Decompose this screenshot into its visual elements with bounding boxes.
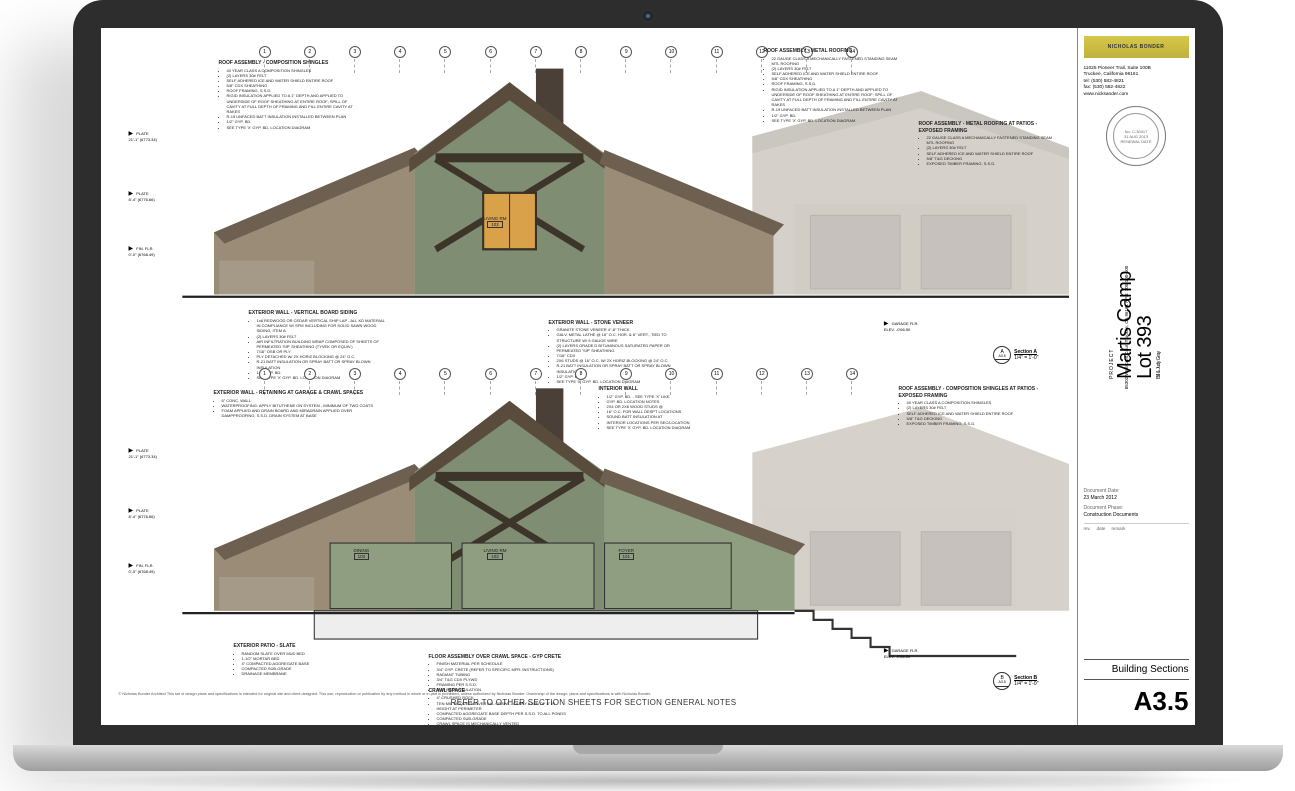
plate-elevation-marker: FIN. FLR.0'-0" (6768.49)	[129, 563, 155, 574]
project-title: PROJECT Martis Camp Lot 393 Bill & Judy …	[1110, 271, 1162, 379]
annotation-title: ROOF ASSEMBLY - COMPOSITION SHINGLES AT …	[899, 386, 1039, 399]
annotation-title: ROOF ASSEMBLY - METAL ROOFING AT PATIOS …	[919, 121, 1059, 134]
annotation-roof-metal: ROOF ASSEMBLY - METAL ROOFING 22 GAUGE C…	[764, 48, 904, 123]
annotation-title: EXTERIOR PATIO - SLATE	[234, 643, 310, 650]
annotation-list: 40 YEAR CLASS A COMPOSITION SHINGLES (2)…	[227, 68, 359, 130]
shadow	[33, 771, 1263, 791]
architectural-sheet: 1 2 3 4 5 6 7 8 9 10 11 12 13 14	[101, 28, 1195, 725]
section-marker-b: BA3.5 Section B 1/4" = 1'-0"	[993, 672, 1038, 690]
plate-elevation-marker: PLATE8'-4" (6776.66)	[129, 191, 155, 202]
sheet-number: A3.5	[1084, 686, 1189, 717]
annotation-title: EXTERIOR WALL - VERTICAL BOARD SIDING	[249, 310, 389, 317]
annotation-title: EXTERIOR WALL - RETAINING AT GARAGE & CR…	[214, 390, 384, 397]
section-scale: 1/4" = 1'-0"	[1014, 355, 1038, 361]
section-marker-a: AA3.5 Section A 1/4" = 1'-0"	[993, 346, 1038, 364]
annotation-ext-wall-retaining: EXTERIOR WALL - RETAINING AT GARAGE & CR…	[214, 390, 384, 418]
annotation-roof-comp-patio: ROOF ASSEMBLY - COMPOSITION SHINGLES AT …	[899, 386, 1039, 426]
title-block: NICHOLAS BONDER 11025 Pioneer Trail, Sui…	[1077, 28, 1195, 725]
revision-table-header: rev.dateremark	[1084, 523, 1189, 531]
annotation-title: FLOOR ASSEMBLY OVER CRAWL SPACE - GYP CR…	[429, 654, 562, 661]
annotation-title: CRAWL SPACE	[429, 688, 569, 695]
document-meta: Document Date: 23 March 2012 Document Ph…	[1084, 488, 1189, 519]
annotation-interior-wall: INTERIOR WALL 1/2" GYP. BD. - SEE TYPE '…	[599, 386, 691, 430]
section-scale: 1/4" = 1'-0"	[1014, 681, 1038, 687]
laptop-base	[13, 745, 1283, 771]
screen-bezel: 1 2 3 4 5 6 7 8 9 10 11 12 13 14	[73, 0, 1223, 745]
camera-icon	[644, 12, 652, 20]
room-tag-foyer: FOYER 101	[619, 548, 635, 560]
annotation-roof-composition: ROOF ASSEMBLY - COMPOSITION SHINGLES 40 …	[219, 60, 359, 130]
laptop-mockup: 1 2 3 4 5 6 7 8 9 10 11 12 13 14	[73, 0, 1223, 791]
plate-elevation-marker: PLATE21'-1" (6773.34)	[129, 448, 157, 459]
general-note: REFER TO OTHER SECTION SHEETS FOR SECTIO…	[119, 696, 1069, 707]
annotation-title: EXTERIOR WALL - STONE VENEER	[549, 320, 689, 327]
drawing-area: 1 2 3 4 5 6 7 8 9 10 11 12 13 14	[101, 28, 1077, 725]
garage-floor-marker: GARAGE FLR.ELEV. -0'66.50	[884, 648, 919, 659]
plate-elevation-marker: FIN. FLR.0'-0" (6768.49)	[129, 246, 155, 257]
plate-elevation-marker: PLATE21'-1" (6773.34)	[129, 131, 157, 142]
annotation-roof-metal-patio: ROOF ASSEMBLY - METAL ROOFING AT PATIOS …	[919, 121, 1059, 166]
sheet-title: Building Sections	[1084, 659, 1189, 680]
plate-elevation-marker: PLATE8'-4" (6776.66)	[129, 508, 155, 519]
project-address: 85302 Wellscroft Court Truckee, CA 96161…	[1124, 266, 1129, 390]
annotation-crawl-space: CRAWL SPACE 4" CRUSHED ROCK TEN MIL VISQ…	[429, 688, 569, 726]
firm-logo: NICHOLAS BONDER	[1084, 36, 1189, 58]
section-a-view: 1 2 3 4 5 6 7 8 9 10 11 12 13 14	[119, 46, 1069, 362]
project-title-block: PROJECT Martis Camp Lot 393 Bill & Judy …	[1084, 172, 1189, 478]
annotation-title: ROOF ASSEMBLY - METAL ROOFING	[764, 48, 904, 55]
section-bubble-icon: BA3.5	[993, 672, 1011, 690]
annotation-ext-patio-slate: EXTERIOR PATIO - SLATE RANDOM SLATE OVER…	[234, 643, 310, 676]
annotation-title: INTERIOR WALL	[599, 386, 691, 393]
room-tag-living: LIVING RM 102	[484, 548, 507, 560]
room-tag-dining: DINING 103	[354, 548, 370, 560]
annotation-title: ROOF ASSEMBLY - COMPOSITION SHINGLES	[219, 60, 359, 67]
annotation-floor-crawl: FLOOR ASSEMBLY OVER CRAWL SPACE - GYP CR…	[429, 654, 562, 693]
garage-floor-marker: GARAGE FLR.ELEV. -0'66.50	[884, 321, 919, 332]
room-tag-living: LIVING RM 102	[484, 216, 507, 228]
section-b-view: 1 2 3 4 5 6 7 8 9 10 11 12 13 14	[119, 368, 1069, 684]
section-bubble-icon: AA3.5	[993, 346, 1011, 364]
architect-stamp-icon: No. C-30417 31 AUG 2013 RENEWAL DATE	[1106, 106, 1166, 166]
firm-address: 11025 Pioneer Trail, Suite 100B Truckee,…	[1084, 66, 1189, 98]
